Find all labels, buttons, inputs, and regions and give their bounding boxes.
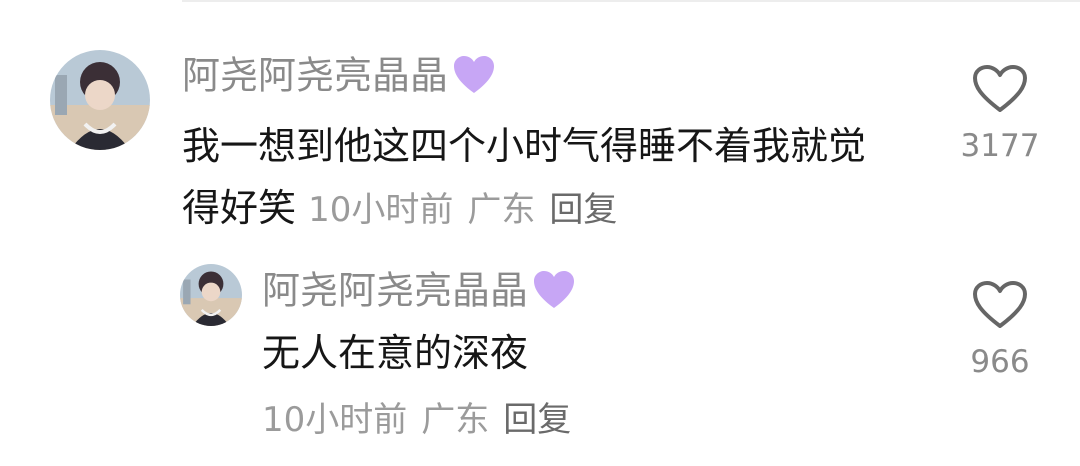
comment-time: 10小时前 [308,190,454,230]
like-button[interactable]: 3177 [960,64,1040,164]
reply-time: 10小时前 [262,400,408,440]
comment-body: 我一想到他这四个小时气得睡不着我就觉得好笑 10小时前 广东 回复 [182,115,902,241]
reply-meta: 10小时前 广东 回复 [262,400,585,440]
top-divider [182,0,1080,2]
reply-button[interactable]: 回复 [549,190,617,230]
avatar[interactable] [50,50,150,150]
reply-like-count: 966 [970,344,1030,380]
reply-text: 无人在意的深夜 [262,331,529,375]
reply-location: 广东 [421,400,490,440]
comment-username[interactable]: 阿尧阿尧亮晶晶 [182,55,496,101]
username-label: 阿尧阿尧亮晶晶 [182,53,449,98]
heart-outline-icon [973,281,1027,328]
comment-meta: 10小时前 广东 回复 [308,190,631,230]
reply-username-label: 阿尧阿尧亮晶晶 [262,268,529,313]
reply-like-button[interactable]: 966 [960,280,1040,380]
comment-location: 广东 [467,190,536,230]
purple-heart-icon [452,55,496,101]
reply-body: 无人在意的深夜 [262,322,902,384]
reply-reply-button[interactable]: 回复 [503,400,571,440]
reply-username[interactable]: 阿尧阿尧亮晶晶 [262,270,576,316]
like-count: 3177 [960,128,1040,164]
purple-heart-icon [532,270,576,316]
reply-avatar[interactable] [180,264,242,326]
heart-outline-icon [973,65,1027,112]
